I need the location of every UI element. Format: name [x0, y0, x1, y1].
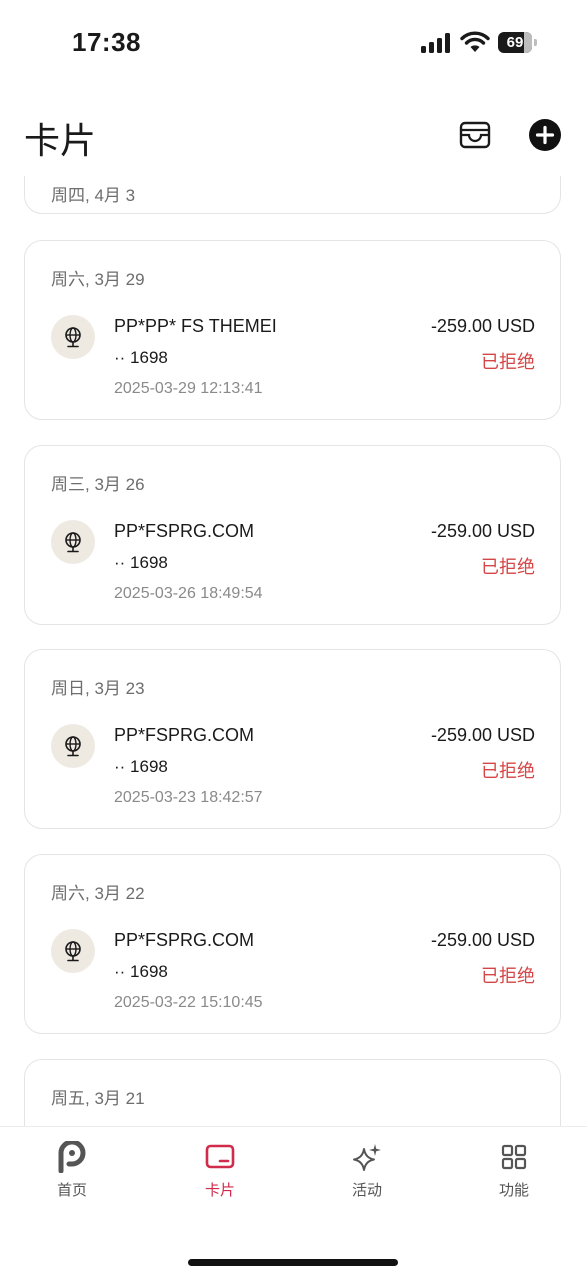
transaction-list[interactable]: 周四, 4月 3 周六, 3月 29 PP*PP* FS THEMEI ·· 1…: [0, 176, 587, 1126]
card-last4: ·· 1698: [114, 962, 168, 981]
status-time: 17:38: [72, 27, 141, 57]
transaction-card[interactable]: 周四, 4月 3: [24, 176, 561, 214]
sparkle-icon: [353, 1144, 381, 1171]
home-indicator[interactable]: [188, 1259, 398, 1266]
transaction-amount: -259.00 USD: [430, 930, 535, 950]
battery-level: 69: [506, 34, 524, 51]
globe-icon: [65, 941, 81, 962]
transaction-date: 周六, 3月 22: [51, 884, 145, 903]
status-declined: 已拒绝: [481, 557, 535, 577]
status-declined: 已拒绝: [481, 966, 535, 986]
transaction-date: 周三, 3月 26: [51, 475, 145, 494]
plus-icon: [535, 125, 555, 145]
transaction-amount: -259.00 USD: [430, 521, 535, 541]
tab-activity[interactable]: 活动: [322, 1141, 412, 1201]
transaction-card[interactable]: 周五, 3月 21: [24, 1059, 561, 1126]
page-title: 卡片: [24, 120, 97, 161]
transaction-timestamp: 2025-03-29 12:13:41: [114, 380, 263, 397]
transaction-amount: -259.00 USD: [430, 316, 535, 336]
card-last4: ·· 1698: [114, 553, 168, 572]
battery-icon: 69: [498, 32, 538, 53]
card-last4: ·· 1698: [114, 757, 168, 776]
status-declined: 已拒绝: [481, 352, 535, 372]
status-declined: 已拒绝: [481, 761, 535, 781]
merchant-avatar: [51, 520, 95, 564]
transaction-card[interactable]: 周三, 3月 26 PP*FSPRG.COM ·· 1698 2025-03-2…: [24, 445, 561, 625]
transaction-amount: -259.00 USD: [430, 725, 535, 745]
tab-features[interactable]: 功能: [469, 1141, 559, 1201]
card-last4: ·· 1698: [114, 348, 168, 367]
tab-home[interactable]: 首页: [27, 1141, 117, 1201]
tab-label: 首页: [56, 1182, 87, 1199]
merchant-name: PP*FSPRG.COM: [114, 930, 255, 950]
transaction-date: 周日, 3月 23: [51, 679, 145, 698]
transaction-card[interactable]: 周日, 3月 23 PP*FSPRG.COM ·· 1698 2025-03-2…: [24, 649, 561, 829]
transaction-timestamp: 2025-03-26 18:49:54: [114, 585, 263, 602]
signal-icon: [421, 33, 450, 53]
tab-label: 卡片: [204, 1182, 235, 1199]
merchant-name: PP*FSPRG.COM: [114, 521, 255, 541]
status-bar: 17:38 69: [0, 0, 587, 86]
globe-icon: [65, 736, 81, 757]
transaction-date: 周四, 4月 3: [51, 186, 136, 205]
merchant-avatar: [51, 315, 95, 359]
transaction-card[interactable]: 周六, 3月 22 PP*FSPRG.COM ·· 1698 2025-03-2…: [24, 854, 561, 1034]
transaction-date: 周五, 3月 21: [51, 1089, 145, 1108]
globe-icon: [65, 532, 81, 553]
merchant-name: PP*FSPRG.COM: [114, 725, 255, 745]
merchant-avatar: [51, 724, 95, 768]
merchant-name: PP*PP* FS THEMEI: [114, 316, 277, 336]
card-icon: [205, 1144, 235, 1169]
transaction-card[interactable]: 周六, 3月 29 PP*PP* FS THEMEI ·· 1698 2025-…: [24, 240, 561, 420]
transaction-date: 周六, 3月 29: [51, 270, 145, 289]
grid-icon: [501, 1144, 527, 1170]
wifi-icon: [460, 31, 490, 52]
add-card-button[interactable]: [529, 119, 561, 151]
header: 卡片: [0, 100, 587, 170]
transaction-timestamp: 2025-03-22 15:10:45: [114, 994, 263, 1011]
wallet-icon[interactable]: [458, 120, 492, 150]
app-logo-icon: [58, 1141, 86, 1173]
globe-icon: [65, 327, 81, 348]
tab-label: 功能: [498, 1182, 529, 1199]
merchant-avatar: [51, 929, 95, 973]
tab-cards[interactable]: 卡片: [175, 1141, 265, 1201]
tab-bar: 首页 卡片 活动 功能: [0, 1126, 587, 1278]
transaction-timestamp: 2025-03-23 18:42:57: [114, 789, 263, 806]
tab-label: 活动: [351, 1182, 382, 1199]
